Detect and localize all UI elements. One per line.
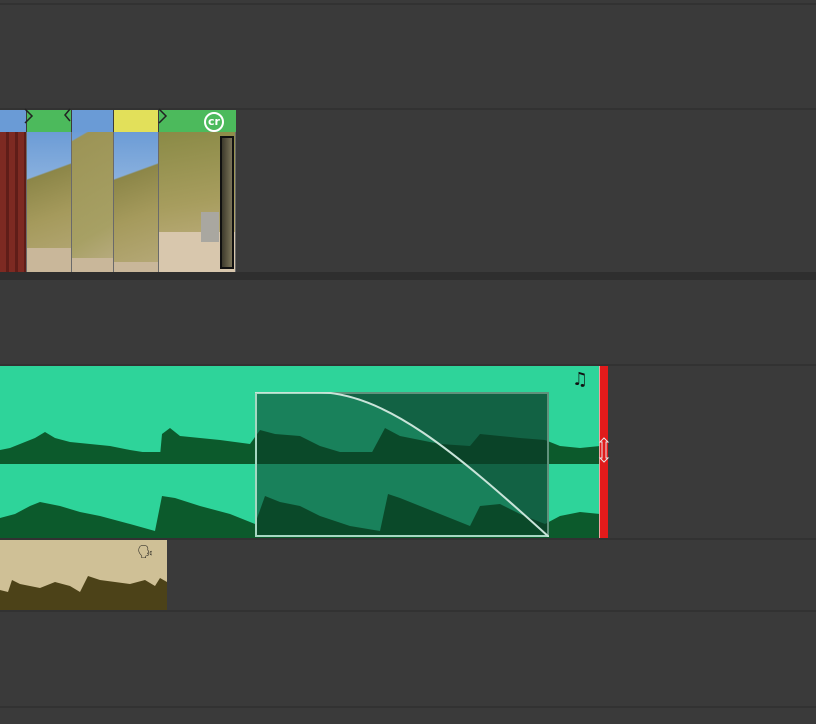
video-clip-thumbnail[interactable]	[0, 132, 27, 272]
video-clip-thumbnail[interactable]	[27, 132, 72, 272]
video-track-separator	[0, 272, 816, 280]
drag-cursor-icon	[598, 437, 610, 463]
clip-marker-5[interactable]	[159, 110, 236, 132]
track-divider-top	[0, 3, 816, 5]
clip-trim-handle[interactable]	[220, 136, 234, 269]
video-clip-thumbnail[interactable]	[114, 132, 159, 272]
fade-curve[interactable]	[255, 392, 549, 537]
transition-icon[interactable]	[22, 108, 82, 124]
cr-badge-icon[interactable]: cr	[204, 112, 224, 132]
clip-marker-4[interactable]	[114, 110, 158, 132]
video-clip-thumbnail[interactable]	[72, 132, 114, 272]
track-divider-bottom	[0, 706, 816, 708]
transition-icon[interactable]	[156, 108, 170, 124]
track-divider-4	[0, 610, 816, 612]
music-note-icon: ♫	[572, 369, 589, 390]
speaker-voice-icon: 🗣	[137, 545, 154, 560]
